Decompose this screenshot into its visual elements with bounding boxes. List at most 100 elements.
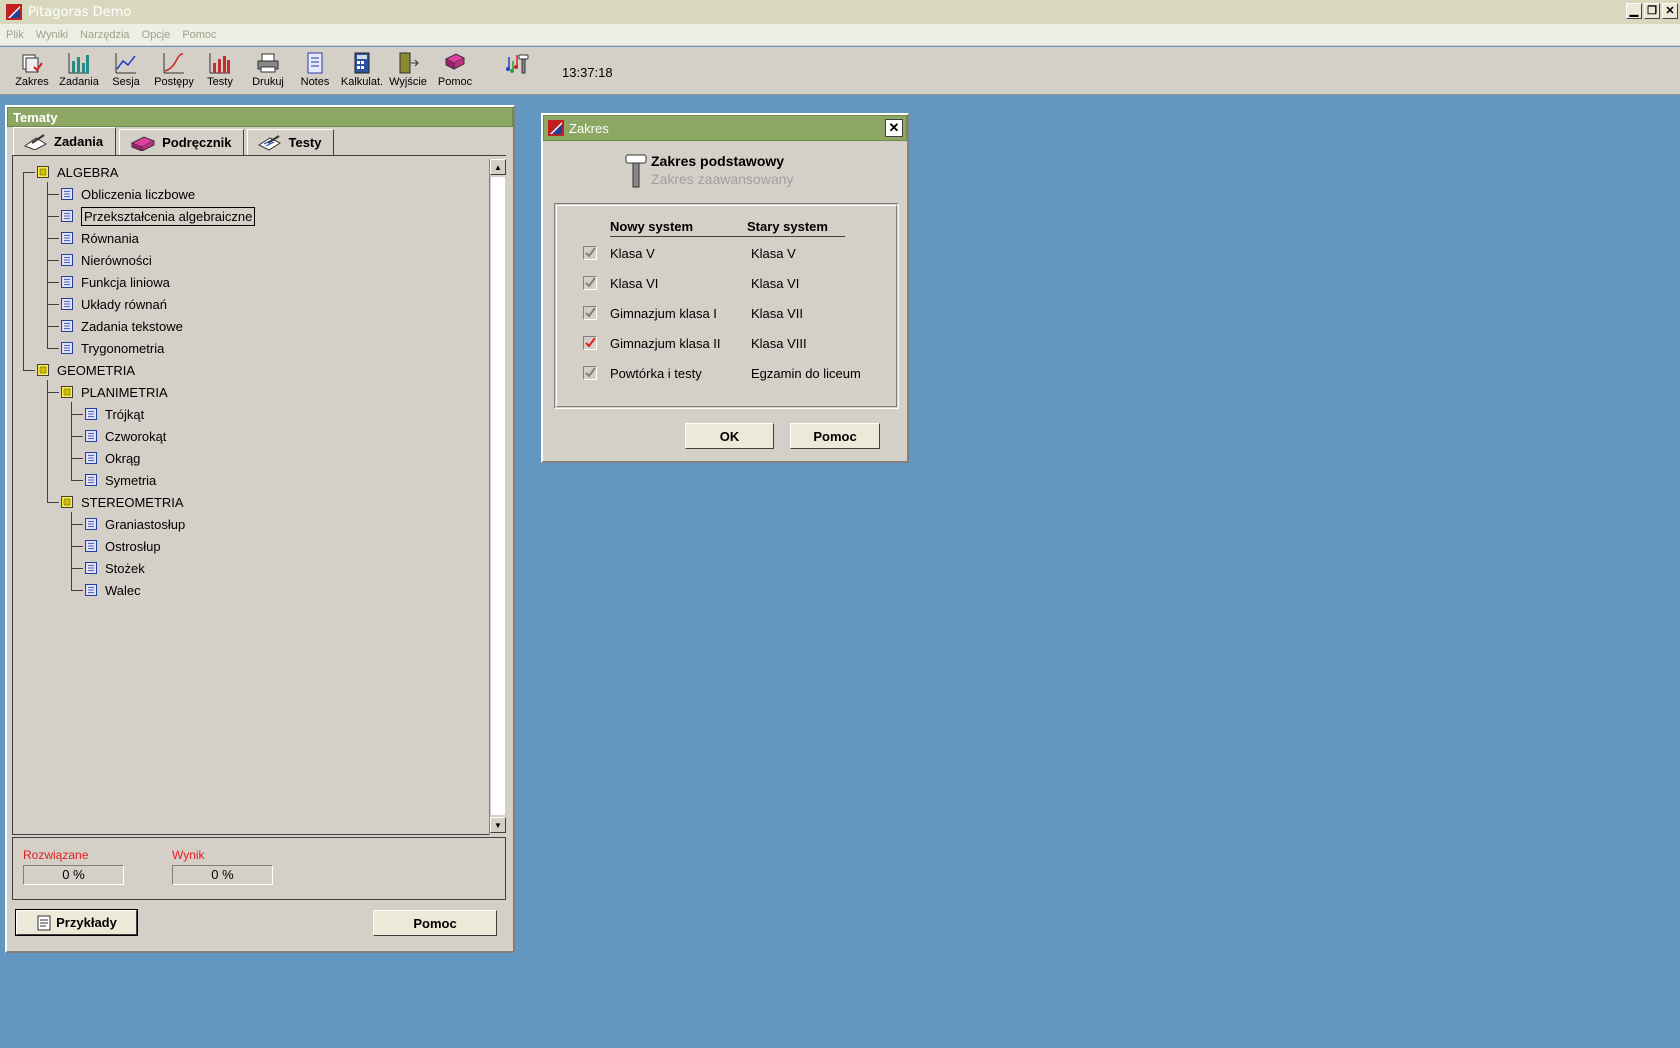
menu-opcje[interactable]: Opcje [142, 29, 171, 41]
class-grid: Nowy system Stary system Klasa V Klasa VK… [554, 203, 899, 409]
folder-icon [37, 364, 49, 376]
folder-icon [61, 496, 73, 508]
topic-page-icon [61, 232, 73, 244]
tree-folder-planimetria[interactable]: PLANIMETRIA [61, 382, 168, 402]
toolbar-testy-button[interactable]: Testy [197, 51, 243, 93]
restore-button[interactable]: ❐ [1644, 3, 1660, 19]
menu-narzedzia[interactable]: Narzędzia [80, 29, 130, 41]
tree-folder-algebra[interactable]: ALGEBRA [37, 162, 118, 182]
scroll-up-button[interactable]: ▲ [490, 159, 506, 175]
tree-item-plan-1[interactable]: Czworokąt [85, 426, 166, 446]
minimize-button[interactable]: ▁ [1626, 3, 1642, 19]
lever-switch-icon [625, 154, 647, 188]
close-window-button[interactable]: ✕ [1662, 3, 1678, 19]
document-icon [37, 915, 51, 930]
class-checkbox[interactable] [583, 306, 597, 320]
topic-page-icon [61, 254, 73, 266]
tree-item-ster-0[interactable]: Graniastosłup [85, 514, 185, 534]
scroll-track[interactable] [491, 177, 505, 815]
examples-button[interactable]: Przykłady [15, 909, 138, 936]
checkmark-icon [585, 277, 596, 288]
menu-wyniki[interactable]: Wyniki [36, 29, 68, 41]
column-new-system: Nowy system [610, 219, 694, 234]
tree-item-plan-3[interactable]: Symetria [85, 470, 156, 490]
scope-dialog: Zakres ✕ Zakres podstawowy Zakres zaawan… [541, 113, 909, 463]
score-stat: Wynik 0 % [172, 848, 273, 885]
tree-item-3[interactable]: Nierówności [61, 250, 152, 270]
solved-stat: Rozwiązane 0 % [23, 848, 124, 885]
toolbar-sesja-button[interactable]: Sesja [103, 51, 149, 93]
panel-title: Tematy [7, 107, 513, 127]
dialog-title: Zakres [569, 120, 609, 136]
class-checkbox[interactable] [583, 246, 597, 260]
title-bar: Pitagoras Demo ▁ ❐ ✕ [0, 0, 1680, 24]
column-old-system: Stary system [747, 219, 828, 234]
tab-zadania[interactable]: Zadania [13, 127, 117, 155]
class-checkbox[interactable] [583, 276, 597, 290]
tree-item-ster-3[interactable]: Walec [85, 580, 141, 600]
old-system-class: Klasa VIII [751, 336, 807, 351]
class-row: Klasa VI Klasa VI [583, 274, 883, 294]
tree-item-0[interactable]: Obliczenia liczbowe [61, 184, 195, 204]
panel-help-button[interactable]: Pomoc [373, 910, 497, 936]
tree-item-plan-2[interactable]: Okrąg [85, 448, 140, 468]
toolbar: Zakres Zadania Sesja Postępy Testy Druku… [0, 47, 1680, 95]
dialog-close-button[interactable]: ✕ [885, 119, 903, 137]
new-system-class: Gimnazjum klasa I [610, 306, 717, 321]
tree-item-4[interactable]: Funkcja liniowa [61, 272, 170, 292]
toolbar-zadania-button[interactable]: Zadania [56, 51, 102, 93]
toolbar-kalkulator-button[interactable]: Kalkulat. [339, 51, 385, 93]
dialog-help-button[interactable]: Pomoc [790, 423, 880, 449]
toolbar-music-toggle[interactable] [494, 51, 540, 93]
tab-podrecznik[interactable]: Podręcznik [119, 129, 245, 155]
scroll-down-button[interactable]: ▼ [490, 817, 506, 833]
tree-item-6[interactable]: Zadania tekstowe [61, 316, 183, 336]
toolbar-postepy-button[interactable]: Postępy [151, 51, 197, 93]
option-advanced-scope[interactable]: Zakres zaawansowany [651, 171, 793, 187]
topic-page-icon [85, 562, 97, 574]
topics-tree: ALGEBRA Obliczenia liczbowe Przekształceni… [12, 155, 506, 835]
topic-page-icon [85, 474, 97, 486]
tab-testy[interactable]: Testy [247, 129, 335, 155]
toolbar-zakres-button[interactable]: Zakres [9, 51, 55, 93]
tree-item-ster-2[interactable]: Stożek [85, 558, 145, 578]
menu-pomoc[interactable]: Pomoc [182, 29, 216, 41]
checkmark-icon [585, 337, 596, 348]
topic-page-icon [85, 518, 97, 530]
menu-bar: Plik Wyniki Narzędzia Opcje Pomoc [0, 24, 1680, 46]
toolbar-wyjscie-button[interactable]: Wyjście [385, 51, 431, 93]
class-row: Powtórka i testy Egzamin do liceum [583, 364, 883, 384]
dialog-title-bar: Zakres ✕ [543, 115, 907, 141]
toolbar-pomoc-button[interactable]: Pomoc [432, 51, 478, 93]
tree-item-1[interactable]: Przekształcenia algebraiczne [61, 206, 256, 226]
tree-scrollbar[interactable]: ▲ ▼ [489, 159, 506, 835]
close-icon: ✕ [1665, 4, 1675, 17]
tree-item-5[interactable]: Układy równań [61, 294, 167, 314]
toolbar-notes-button[interactable]: Notes [292, 51, 338, 93]
new-system-class: Powtórka i testy [610, 366, 702, 381]
class-row: Gimnazjum klasa II Klasa VIII [583, 334, 883, 354]
tree-item-7[interactable]: Trygonometria [61, 338, 164, 358]
tree-folder-geometria[interactable]: GEOMETRIA [37, 360, 135, 380]
toolbar-drukuj-button[interactable]: Drukuj [245, 51, 291, 93]
ok-button[interactable]: OK [685, 423, 774, 449]
tree-item-ster-1[interactable]: Ostrosłup [85, 536, 161, 556]
tree-folder-stereometria[interactable]: STEREOMETRIA [61, 492, 184, 512]
test-sheet-icon [258, 134, 282, 151]
solved-value: 0 % [23, 865, 124, 885]
topic-page-icon [61, 188, 73, 200]
class-checkbox[interactable] [583, 366, 597, 380]
tree-item-2[interactable]: Równania [61, 228, 139, 248]
class-checkbox[interactable] [583, 336, 597, 350]
topic-page-icon [61, 320, 73, 332]
tree-item-plan-0[interactable]: Trójkąt [85, 404, 144, 424]
restore-icon: ❐ [1647, 4, 1657, 17]
old-system-class: Klasa VII [751, 306, 804, 321]
option-basic-scope[interactable]: Zakres podstawowy [651, 153, 784, 169]
topic-page-icon [61, 210, 73, 222]
checkmark-icon [585, 367, 596, 378]
minimize-icon: ▁ [1629, 4, 1639, 17]
menu-plik[interactable]: Plik [6, 29, 24, 41]
topic-page-icon [61, 342, 73, 354]
arrow-down-icon: ▼ [494, 820, 502, 830]
